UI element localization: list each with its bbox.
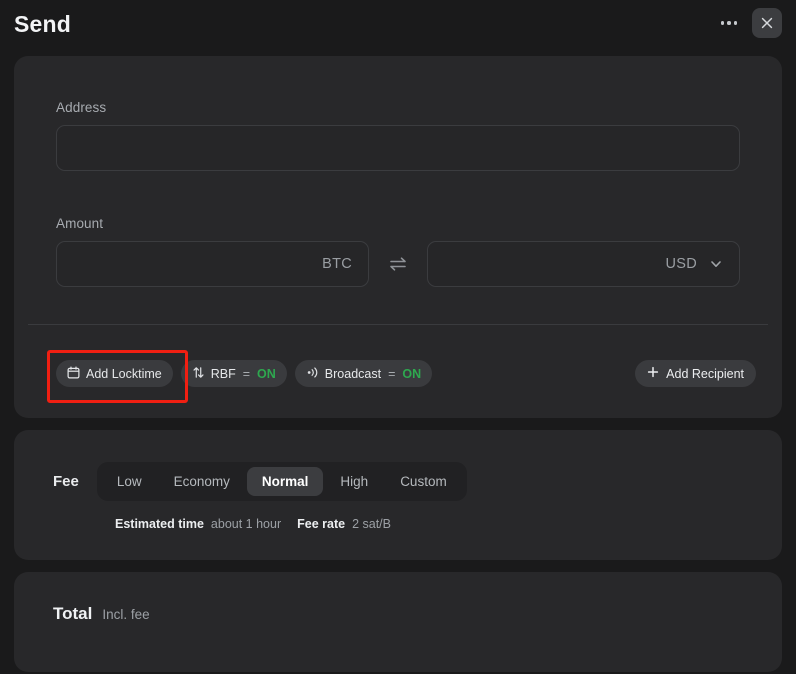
fee-card: Fee Low Economy Normal High Custom Estim… [14,430,782,560]
fee-option-normal[interactable]: Normal [246,467,324,496]
broadcast-icon [306,366,319,382]
amount-row: BTC USD [56,241,740,287]
fee-option-economy[interactable]: Economy [159,467,245,496]
amount-fiat-unit: USD [665,256,697,272]
dialog-header: Send [0,0,796,48]
broadcast-state: ON [402,366,422,381]
fee-option-high[interactable]: High [325,467,383,496]
broadcast-toggle-button[interactable]: Broadcast = ON [294,360,433,387]
options-toolbar: Add Locktime RBF = ON Broadcast = ON Add… [47,350,756,403]
amount-group: Amount BTC USD [56,216,740,287]
rbf-toggle-button[interactable]: RBF = ON [180,360,287,387]
card-divider [28,324,768,325]
header-actions [714,8,782,38]
total-label: Total [53,604,93,623]
calendar-icon [67,366,80,382]
broadcast-equals: = [388,366,396,381]
add-recipient-label: Add Recipient [666,366,744,381]
fee-meta-row: Estimated time about 1 hour Fee rate 2 s… [115,517,407,531]
chevron-down-icon[interactable] [709,257,723,271]
rbf-label: RBF [210,366,236,381]
fee-rate-label: Fee rate [297,517,346,531]
plus-icon [647,366,659,381]
fee-selector-row: Fee Low Economy Normal High Custom [53,462,467,501]
rbf-state: ON [257,366,276,381]
amount-btc-input[interactable]: BTC [56,241,369,287]
amount-btc-unit: BTC [322,256,352,272]
ellipsis-icon[interactable] [714,8,744,38]
add-locktime-button[interactable]: Add Locktime [56,360,173,387]
close-icon[interactable] [752,8,782,38]
address-group: Address [56,100,740,171]
total-row: Total Incl. fee [53,604,150,624]
recipient-card: Address Amount BTC USD Add Locktime RBF … [14,56,782,418]
send-dialog: Send Address Amount BTC USD Add Locktime… [0,0,796,674]
rbf-equals: = [242,366,251,381]
add-recipient-button[interactable]: Add Recipient [635,360,756,387]
broadcast-label: Broadcast [324,366,382,381]
fee-option-low[interactable]: Low [102,467,157,496]
amount-label: Amount [56,216,104,231]
add-locktime-highlight: Add Locktime [47,350,188,403]
address-input[interactable] [56,125,740,171]
fee-rate-value: 2 sat/B [352,517,391,531]
swap-horizontal-icon[interactable] [369,256,427,272]
fee-segmented-control: Low Economy Normal High Custom [96,462,467,501]
fee-option-custom[interactable]: Custom [385,467,462,496]
address-label: Address [56,100,107,115]
amount-fiat-input[interactable]: USD [427,241,740,287]
swap-vertical-icon [192,366,205,382]
page-title: Send [14,10,72,37]
estimated-time-label: Estimated time [115,517,204,531]
estimated-time-value: about 1 hour [210,517,282,531]
total-sublabel: Incl. fee [102,607,150,622]
add-locktime-label: Add Locktime [86,366,162,381]
total-card: Total Incl. fee [14,572,782,672]
fee-label: Fee [53,473,79,490]
